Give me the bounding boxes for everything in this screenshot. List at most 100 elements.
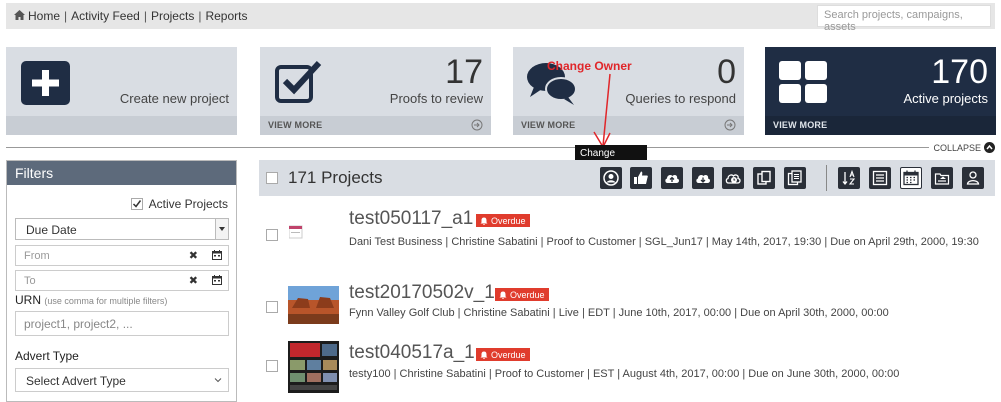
overdue-label: Overdue: [491, 216, 526, 226]
nav-activity-feed-link[interactable]: Activity Feed: [71, 9, 140, 23]
sort-az-button[interactable]: [838, 167, 860, 189]
advert-type-label: Advert Type: [15, 349, 79, 363]
queries-view-more[interactable]: VIEW MORE: [513, 116, 744, 135]
project-name[interactable]: test050117_a1: [349, 208, 473, 230]
duplicate-button[interactable]: [784, 167, 806, 189]
change-owner-button[interactable]: [600, 167, 622, 189]
calendar-view-button[interactable]: [900, 167, 922, 189]
copy-icon: [757, 170, 771, 185]
collapse-label: COLLAPSE: [933, 142, 981, 153]
documents-icon: [787, 170, 802, 186]
clear-icon[interactable]: ✖: [189, 274, 198, 287]
cloud-upload-icon: [665, 174, 680, 183]
urn-label: URN (use comma for multiple filters): [15, 293, 167, 307]
queries-count: 0: [717, 53, 736, 91]
project-thumbnail: [288, 286, 339, 324]
bell-icon: [499, 291, 507, 299]
nav-separator: |: [198, 9, 202, 23]
global-search-input[interactable]: Search projects, campaigns, assets: [817, 5, 991, 33]
overdue-label: Overdue: [491, 350, 526, 360]
breadcrumb-nav: Home | Activity Feed | Projects | Report…: [14, 9, 247, 23]
cloud-download-icon: [696, 174, 711, 183]
calendar-icon[interactable]: [212, 275, 222, 285]
urn-label-text: URN: [15, 293, 41, 307]
checkbox-check-icon: [275, 60, 322, 103]
proofs-to-review-tile[interactable]: 17 Proofs to review VIEW MORE: [260, 47, 491, 135]
list-view-button[interactable]: [869, 167, 891, 189]
schedule-button[interactable]: [722, 167, 744, 189]
advert-type-value: Select Advert Type: [26, 374, 126, 388]
project-meta: testy100 | Christine Sabatini | Proof to…: [349, 368, 900, 380]
upload-button[interactable]: [661, 167, 683, 189]
arrow-circle-right-icon: [471, 119, 483, 131]
user-group-icon: [966, 171, 980, 185]
active-projects-tile[interactable]: 170 Active projects VIEW MORE: [765, 47, 996, 135]
project-thumbnail: [288, 341, 339, 393]
toolbar-separator: [826, 165, 827, 191]
nav-projects-link[interactable]: Projects: [151, 9, 194, 23]
overdue-badge: Overdue: [476, 214, 530, 227]
active-projects-checkbox[interactable]: [130, 198, 143, 210]
user-circle-icon: [603, 170, 619, 186]
project-row-checkbox[interactable]: [266, 301, 278, 313]
home-icon: [14, 10, 25, 20]
create-project-label: Create new project: [119, 91, 229, 106]
sort-az-icon: [842, 170, 856, 186]
project-thumbnail: [289, 225, 303, 239]
folder-view-button[interactable]: [931, 167, 953, 189]
active-projects-label: Active projects: [903, 91, 988, 106]
active-projects-label: Active Projects: [148, 197, 228, 211]
select-all-checkbox[interactable]: [266, 172, 278, 184]
view-more-label: VIEW MORE: [268, 120, 323, 130]
project-row[interactable]: test20170502v_1 Overdue Fynn Valley Golf…: [259, 280, 995, 332]
project-row-checkbox[interactable]: [266, 360, 278, 372]
create-project-footer: [6, 116, 237, 135]
overdue-badge: Overdue: [495, 288, 549, 301]
grid-icon: [779, 61, 827, 103]
proofs-view-more[interactable]: VIEW MORE: [260, 116, 491, 135]
active-projects-view-more[interactable]: VIEW MORE: [765, 116, 996, 135]
collapse-toggle[interactable]: COLLAPSE: [929, 142, 995, 153]
thumbs-up-icon: [634, 171, 648, 184]
cloud-clock-icon: [725, 174, 741, 184]
project-row-checkbox[interactable]: [266, 229, 278, 241]
bell-icon: [480, 217, 488, 225]
proofs-label: Proofs to review: [389, 91, 483, 106]
create-project-tile[interactable]: Create new project: [6, 47, 237, 135]
project-name[interactable]: test20170502v_1: [349, 282, 495, 304]
from-date-input[interactable]: From ✖: [15, 245, 229, 266]
approve-button[interactable]: [630, 167, 652, 189]
overdue-label: Overdue: [510, 290, 545, 300]
calendar-icon[interactable]: [212, 250, 222, 260]
plus-icon: [21, 61, 70, 105]
to-date-input[interactable]: To ✖: [15, 270, 229, 291]
chevron-down-icon: [214, 378, 222, 383]
nav-reports-link[interactable]: Reports: [205, 9, 247, 23]
project-name[interactable]: test040517a_1: [349, 342, 475, 364]
nav-separator: |: [64, 9, 68, 23]
nav-home-link[interactable]: Home: [28, 9, 60, 23]
urn-input[interactable]: project1, project2, ...: [15, 311, 229, 336]
copy-button[interactable]: [753, 167, 775, 189]
advert-type-select[interactable]: Select Advert Type: [15, 368, 229, 392]
arrow-circle-right-icon: [724, 119, 736, 131]
project-row[interactable]: test050117_a1 Overdue Dani Test Business…: [259, 205, 995, 267]
filters-title: Filters: [7, 161, 236, 185]
dropdown-arrow-icon[interactable]: [215, 219, 228, 239]
annotation-arrow: [593, 73, 611, 149]
sort-select-value: Due Date: [26, 223, 77, 237]
divider: [6, 147, 986, 148]
to-placeholder: To: [24, 275, 36, 287]
download-button[interactable]: [692, 167, 714, 189]
project-meta: Dani Test Business | Christine Sabatini …: [349, 236, 979, 248]
urn-hint: (use comma for multiple filters): [44, 296, 168, 306]
projects-count-title: 171 Projects: [288, 168, 383, 187]
clear-icon[interactable]: ✖: [189, 249, 198, 262]
project-row[interactable]: test040517a_1 Overdue testy100 | Christi…: [259, 339, 995, 399]
change-owner-annotation: Change Owner: [547, 59, 632, 73]
users-button[interactable]: [962, 167, 984, 189]
active-projects-filter[interactable]: Active Projects: [130, 197, 228, 211]
sort-select[interactable]: Due Date: [15, 218, 229, 240]
project-meta: Fynn Valley Golf Club | Christine Sabati…: [349, 307, 889, 319]
proofs-count: 17: [445, 53, 483, 91]
